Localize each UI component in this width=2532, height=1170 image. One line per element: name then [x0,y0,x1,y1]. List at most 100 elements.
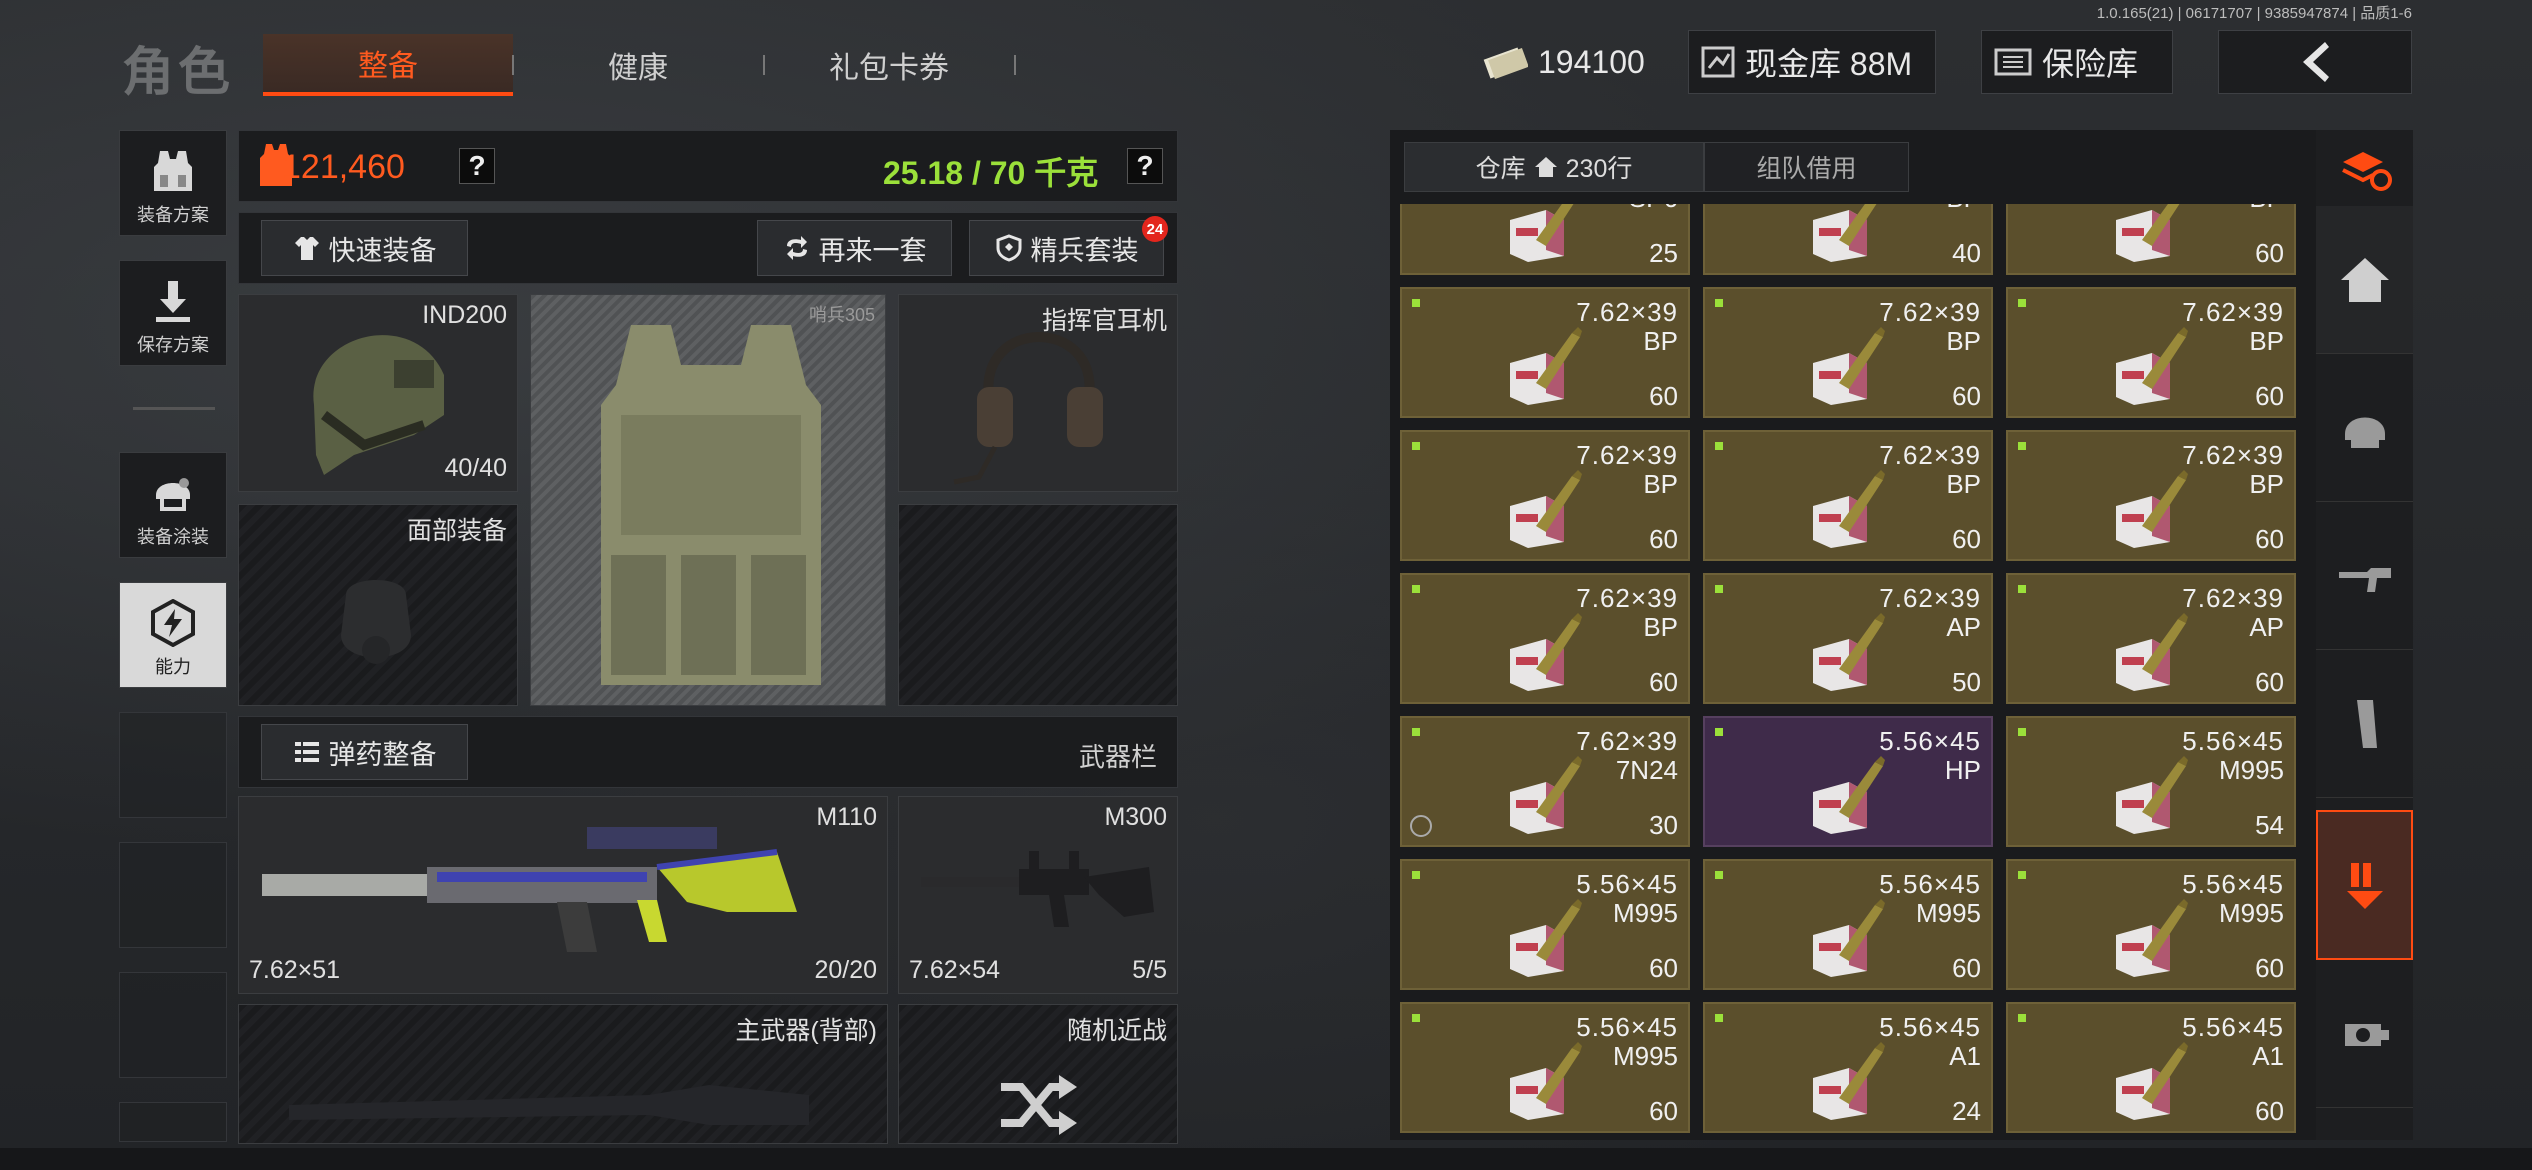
ammo-list-icon [294,742,319,762]
inventory-item[interactable]: BP 60 [2006,204,2296,275]
bottom-bar [0,1148,2532,1170]
inventory-item[interactable]: BP 40 [1703,204,1993,275]
safe-button[interactable]: 保险库 [1981,30,2173,94]
inventory-item[interactable]: 7.62×39 BP 60 [1703,430,1993,561]
download-icon [156,281,190,322]
headset-slot[interactable]: 指挥官耳机 [898,294,1178,492]
loadout-plan-button[interactable]: 装备方案 [119,130,227,236]
tab-separator [1014,55,1016,75]
sidebar-item-label: 装备方案 [137,205,209,225]
ammo-count: 60 [2255,667,2284,697]
ammo-caliber: 5.56×45 [1879,726,1981,756]
inventory-item[interactable]: 7.62×39 AP 60 [2006,573,2296,704]
secondary-weapon-name: M300 [1104,803,1167,831]
secondary-weapon-slot[interactable]: M300 7.62×54 5/5 [898,796,1178,994]
inventory-item[interactable]: 7.62×39 BP 60 [2006,287,2296,418]
rail-ammo-button[interactable] [2316,810,2413,960]
rail-gear-button[interactable] [2316,354,2413,502]
tab-warehouse[interactable]: 仓库 230行 [1404,142,1704,192]
rail-home-button[interactable] [2316,206,2413,354]
inventory-item[interactable]: 5.56×45 A1 60 [2006,1002,2296,1133]
ammo-box-icon [2112,895,2192,977]
back-weapon-slot[interactable]: 主武器(背部) [238,1004,888,1144]
rail-refresh-button[interactable] [2316,130,2413,206]
tab-team-borrow[interactable]: 组队借用 [1704,142,1909,192]
tab-gift-cards[interactable]: 礼包卡券 [764,34,1014,96]
ammo-box-icon [1809,466,1889,548]
ammo-box-icon [2112,323,2192,405]
tab-health[interactable]: 健康 [513,34,763,96]
new-item-indicator [1412,728,1420,736]
ammo-type: BP [2249,469,2284,499]
ammo-type: M995 [2218,898,2284,928]
inventory-item[interactable]: 7.62×39 BP 60 [1400,287,1690,418]
tab-equip[interactable]: 整备 [263,34,513,96]
ammo-type: AP [1946,612,1981,642]
helmet-slot[interactable]: IND200 40/40 [238,294,518,492]
value-help-button[interactable]: ? [459,148,495,184]
melee-label: 随机近战 [1066,1017,1167,1045]
quick-equip-button[interactable]: 快速装备 [261,220,468,276]
armor-slot[interactable]: 哨兵305 [530,294,886,706]
empty-gear-slot[interactable] [898,504,1178,706]
inventory-item[interactable]: 7.62×39 BP 60 [2006,430,2296,561]
ammo-count: 60 [1649,667,1678,697]
inventory-item[interactable]: 7.62×39 BP 60 [1400,430,1690,561]
inventory-item[interactable]: 5.56×45 M995 60 [2006,859,2296,990]
new-item-indicator [1412,871,1420,879]
inventory-grid-viewport[interactable]: SP625BP40BP607.62×39BP607.62×39BP607.62×… [1400,204,2304,1140]
inventory-item[interactable]: 7.62×39 7N24 30 [1400,716,1690,847]
ammo-box-icon [1506,895,1586,977]
ability-button[interactable]: 能力 [119,582,227,688]
again-label: 再来一套 [818,235,927,266]
inventory-item[interactable]: SP6 25 [1400,204,1690,275]
again-button[interactable]: 再来一套 [757,220,952,276]
inventory-item[interactable]: 7.62×39 BP 60 [1400,573,1690,704]
elite-set-button[interactable]: 精兵套装 [969,220,1164,276]
rail-weapons-button[interactable] [2316,502,2413,650]
sidebar-empty-slot [119,972,227,1078]
rail-scope-button[interactable] [2316,960,2413,1108]
ammo-type: M995 [1915,898,1981,928]
ammo-type: A1 [1949,1041,1981,1071]
inventory-item[interactable]: 5.56×45 HP [1703,716,1993,847]
inventory-item[interactable]: 5.56×45 M995 60 [1400,859,1690,990]
weight-help-button[interactable]: ? [1127,148,1163,184]
equipment-paint-button[interactable]: 装备涂装 [119,452,227,558]
save-plan-button[interactable]: 保存方案 [119,260,227,366]
melee-slot[interactable]: 随机近战 [898,1004,1178,1144]
ability-icon [151,599,195,647]
new-item-indicator [2018,299,2026,307]
inventory-item[interactable]: 5.56×45 M995 60 [1703,859,1993,990]
ammo-count: 60 [2255,953,2284,983]
elite-set-label: 精兵套装 [1030,235,1139,266]
shuffle-icon [1001,1075,1077,1135]
vest-icon [154,151,192,191]
primary-weapon-slot[interactable]: M110 7.62×51 20/20 [238,796,888,994]
scope-icon [2344,1023,2389,1046]
ammo-count: 60 [1649,953,1678,983]
ammo-caliber: 5.56×45 [1576,1012,1678,1042]
ammo-type: M995 [1612,1041,1678,1071]
ammo-box-icon [1809,204,1889,262]
rail-magazine-button[interactable] [2316,650,2413,798]
home-icon [2340,257,2389,302]
ammo-count: 60 [2255,238,2284,268]
helmet-icon [2344,417,2385,448]
ammo-count: 30 [1649,810,1678,840]
safe-icon [1994,48,2032,76]
sidebar-item-label: 装备涂装 [137,527,209,547]
ammo-count: 60 [2255,381,2284,411]
inventory-item[interactable]: 7.62×39 AP 50 [1703,573,1993,704]
inventory-item[interactable]: 5.56×45 M995 54 [2006,716,2296,847]
cash-icon [1483,47,1528,79]
ammo-box-icon [1506,204,1586,262]
back-button[interactable] [2218,30,2412,94]
inventory-item[interactable]: 5.56×45 M995 60 [1400,1002,1690,1133]
cash-vault-button[interactable]: 现金库 88M [1688,30,1936,94]
face-slot[interactable]: 面部装备 [238,504,518,706]
inventory-item[interactable]: 7.62×39 BP 60 [1703,287,1993,418]
ammo-loadout-button[interactable]: 弹药整备 [261,724,468,780]
inventory-item[interactable]: 5.56×45 A1 24 [1703,1002,1993,1133]
ammo-caliber: 7.62×39 [2182,297,2284,327]
